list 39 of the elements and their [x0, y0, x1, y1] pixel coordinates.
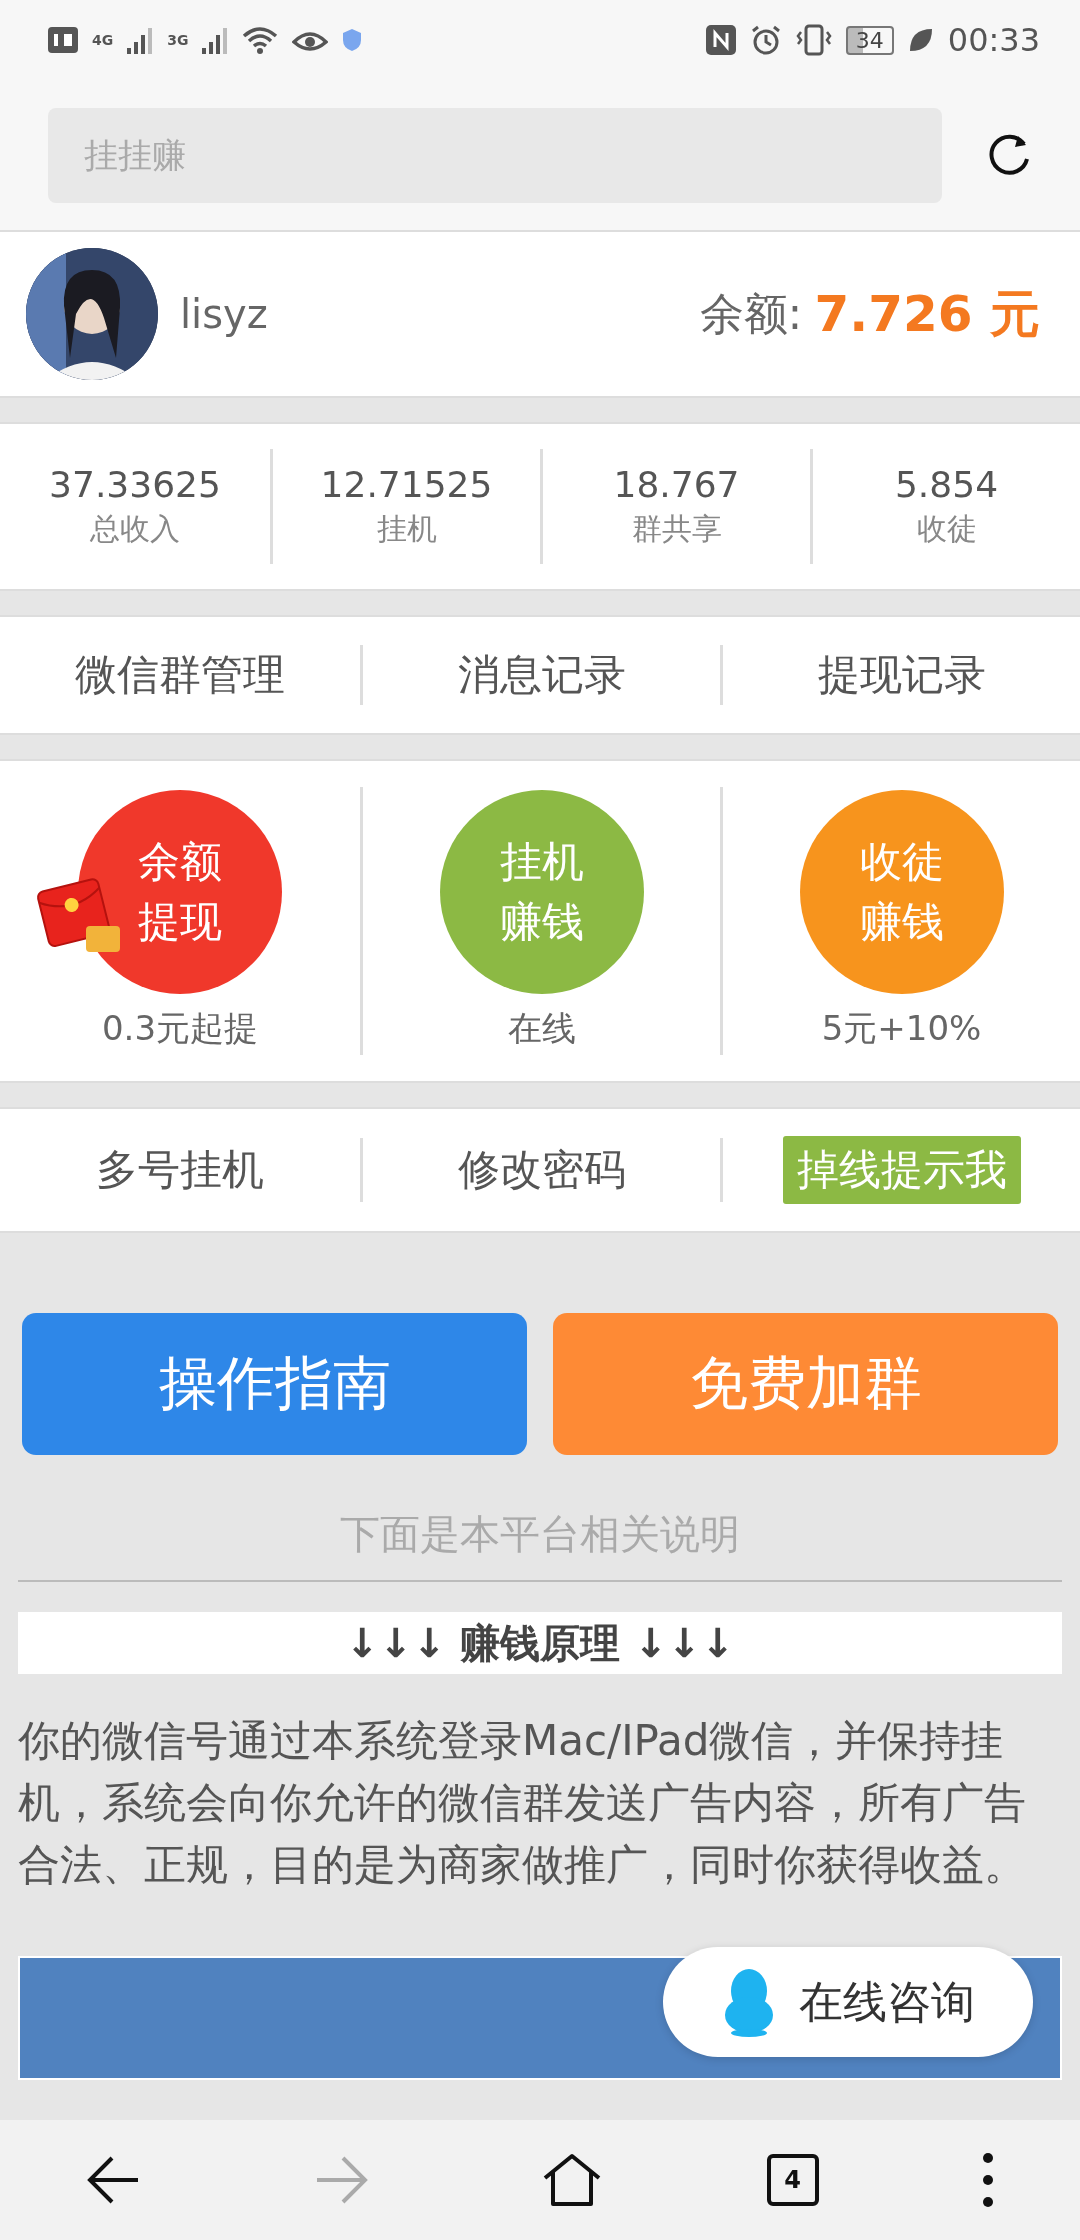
tabs-button[interactable]: 4	[766, 2154, 819, 2206]
nfc-icon	[705, 25, 736, 55]
menu-link[interactable]: 消息记录	[443, 643, 640, 707]
stat-value: 5.854	[894, 463, 999, 505]
stat-value: 37.33625	[49, 463, 221, 505]
option-button[interactable]: 多号挂机	[82, 1136, 278, 1204]
stat-label: 群共享	[631, 509, 722, 548]
balance-value: 7.726 元	[814, 283, 1040, 345]
alarm-icon	[749, 24, 782, 56]
section-heading: ↓↓↓ 赚钱原理 ↓↓↓	[345, 1618, 735, 1668]
menu-link[interactable]: 微信群管理	[61, 643, 299, 707]
consult-button[interactable]: 在线咨询	[663, 1947, 1033, 2057]
signal-icon	[202, 26, 229, 54]
stat-value: 18.767	[613, 463, 740, 505]
shield-icon	[342, 28, 363, 52]
vibrate-icon	[795, 24, 832, 56]
username: lisyz	[180, 291, 269, 337]
wifi-icon	[242, 26, 279, 54]
feature-caption: 5元+10%	[821, 1007, 982, 1050]
section-note: 下面是本平台相关说明	[340, 1511, 740, 1557]
clock-time: 00:33	[947, 21, 1040, 59]
battery-level: 34	[845, 25, 894, 55]
balance-label: 余额:	[699, 286, 803, 341]
feature-caption: 在线	[507, 1007, 576, 1050]
stat-label: 挂机	[376, 509, 437, 548]
search-field[interactable]: 挂挂赚	[48, 107, 942, 203]
network-type: 3G	[167, 32, 189, 48]
option-button[interactable]: 修改密码	[443, 1136, 640, 1204]
stat-label: 总收入	[90, 509, 180, 548]
feature-button[interactable]: 余额 提现	[78, 790, 282, 994]
signal-icon	[127, 26, 154, 54]
leaf-icon	[907, 27, 934, 53]
stat-value: 12.71525	[320, 463, 493, 505]
stat-label: 收徒	[916, 509, 977, 548]
feature-caption: 0.3元起提	[101, 1007, 259, 1050]
menu-link[interactable]: 提现记录	[803, 643, 1000, 707]
action-button[interactable]: 操作指南	[22, 1313, 527, 1455]
network-type: 4G	[92, 32, 114, 48]
description-paragraph: 你的微信号通过本系统登录Mac/IPad微信，并保持挂机，系统会向你允许的微信群发送广告内容，所有广告合法、正规，目的是为商家做推广，同时你获得收益。	[18, 1715, 1027, 1891]
